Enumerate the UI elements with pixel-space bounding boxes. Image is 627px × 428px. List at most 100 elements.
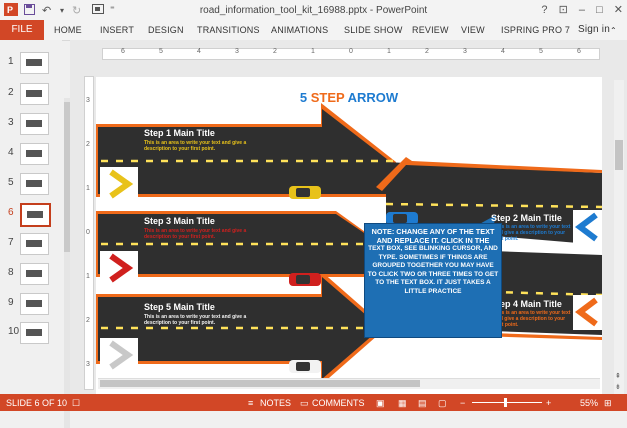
step-2-title[interactable]: Step 2 Main Title — [491, 213, 562, 223]
slide-sorter-icon[interactable]: ▦ — [398, 398, 407, 409]
step-1-title[interactable]: Step 1 Main Title — [144, 128, 215, 138]
car-red — [289, 273, 321, 286]
slide-thumbnail[interactable] — [20, 263, 49, 285]
prev-slide-icon[interactable]: ⇞ — [615, 372, 621, 380]
thumbnail-preview — [26, 120, 42, 127]
zoom-slider[interactable] — [472, 402, 542, 403]
minimize-icon[interactable]: – — [579, 4, 585, 16]
step-3-desc[interactable]: This is an area to write your text and g… — [144, 228, 254, 240]
scroll-thumb[interactable] — [615, 140, 623, 170]
slide-canvas[interactable]: 5 STEP ARROW Step 1 Main Title This is a… — [96, 77, 602, 401]
slide-title[interactable]: 5 STEP ARROW — [96, 90, 602, 105]
tab-animations[interactable]: ANIMATIONS — [271, 25, 328, 35]
slide-thumbnail-number: 6 — [8, 207, 14, 218]
ruler-label: 3 — [463, 48, 467, 55]
thumbnail-preview — [26, 300, 42, 307]
slide-thumbnail-number: 5 — [8, 177, 14, 188]
comments-icon[interactable]: ▭ — [300, 398, 309, 409]
ruler-label: 0 — [349, 48, 353, 55]
slide-thumbnail[interactable] — [20, 233, 49, 255]
ribbon-display-icon[interactable]: ⊡ — [559, 4, 568, 16]
thumbnail-preview — [26, 240, 42, 247]
step-1-desc[interactable]: This is an area to write your text and g… — [144, 140, 254, 152]
reading-view-icon[interactable]: ▤ — [418, 398, 427, 409]
next-slide-icon[interactable]: ⇟ — [615, 383, 621, 391]
title-step: STEP — [310, 90, 345, 105]
slide-thumbnail-number: 2 — [8, 87, 14, 98]
vertical-ruler[interactable]: 3 2 1 0 1 2 3 — [84, 76, 94, 390]
normal-view-icon[interactable]: ▣ — [376, 398, 385, 409]
tab-insert[interactable]: INSERT — [100, 25, 134, 35]
tab-home[interactable]: HOME — [54, 25, 82, 35]
slide-thumbnail[interactable] — [20, 83, 49, 105]
ruler-label: 6 — [577, 48, 581, 55]
title-bar: P ↶ ▾ ↻ ⁼ road_information_tool_kit_1698… — [0, 0, 627, 20]
step-5-desc[interactable]: This is an area to write your text and g… — [144, 314, 254, 326]
slide-thumbnail-number: 9 — [8, 297, 14, 308]
slide-thumbnail[interactable] — [20, 203, 51, 227]
tab-ispring-pro[interactable]: ISPRING PRO 7 — [501, 25, 570, 35]
ruler-label: 3 — [86, 361, 90, 368]
tab-file[interactable]: FILE — [0, 20, 44, 40]
thumbnail-preview — [26, 150, 42, 157]
slide-thumbnail[interactable] — [20, 293, 49, 315]
chevron-icon — [100, 251, 138, 286]
ruler-label: 1 — [86, 273, 90, 280]
ruler-label: 2 — [425, 48, 429, 55]
tab-transitions[interactable]: TRANSITIONS — [197, 25, 260, 35]
slide-thumbnail-number: 8 — [8, 267, 14, 278]
sign-in-link[interactable]: Sign in — [578, 24, 610, 35]
title-arrow: ARROW — [347, 90, 399, 105]
horizontal-scrollbar[interactable] — [98, 378, 600, 389]
step-3-title[interactable]: Step 3 Main Title — [144, 216, 215, 226]
car-yellow — [289, 186, 321, 199]
fit-to-window-icon[interactable]: ⊞ — [604, 398, 612, 409]
ruler-label: 4 — [197, 48, 201, 55]
ruler-label: 1 — [387, 48, 391, 55]
thumbnail-preview — [26, 329, 42, 336]
proofing-icon[interactable]: ☐ — [72, 398, 80, 409]
tab-slide-show[interactable]: SLIDE SHOW — [344, 25, 403, 35]
slide-count: SLIDE 6 OF 10 — [6, 398, 68, 408]
zoom-level[interactable]: 55% — [580, 398, 598, 408]
slide-thumbnail[interactable] — [20, 113, 49, 135]
close-icon[interactable]: ✕ — [614, 4, 623, 16]
tab-review[interactable]: REVIEW — [412, 25, 449, 35]
chevron-icon — [573, 295, 602, 330]
scroll-thumb[interactable] — [100, 380, 420, 387]
slide-thumbnail[interactable] — [20, 52, 49, 74]
horizontal-ruler[interactable]: 6 5 4 3 2 1 0 1 2 3 4 5 6 — [102, 48, 600, 60]
slide-thumbnails-panel: 1 2 3 4 5 6 7 8 9 10 — [0, 40, 70, 428]
maximize-icon[interactable]: □ — [596, 4, 603, 16]
ruler-label: 5 — [159, 48, 163, 55]
slideshow-icon[interactable]: ▢ — [438, 398, 447, 409]
ruler-label: 2 — [86, 317, 90, 324]
comments-button[interactable]: COMMENTS — [312, 398, 365, 408]
help-icon[interactable]: ? — [541, 4, 547, 16]
vertical-scrollbar[interactable]: ⇞ ⇟ — [614, 80, 624, 398]
collapse-ribbon-icon[interactable]: ⌃ — [610, 26, 617, 35]
thumbnail-preview — [26, 59, 42, 66]
note-body-text: TEXT BOX, SEE BLINKING CURSOR, AND TYPE.… — [367, 245, 499, 295]
step-2-desc[interactable]: This is an area to write your text and g… — [494, 224, 572, 242]
zoom-slider-handle[interactable] — [504, 398, 507, 407]
ruler-label: 0 — [86, 229, 90, 236]
tab-design[interactable]: DESIGN — [148, 25, 184, 35]
chevron-icon — [100, 167, 138, 202]
slide-thumbnail-number: 3 — [8, 117, 14, 128]
zoom-out-icon[interactable]: − — [460, 398, 465, 408]
car-white — [289, 360, 321, 373]
tab-view[interactable]: VIEW — [461, 25, 485, 35]
zoom-in-icon[interactable]: + — [546, 398, 551, 408]
step-4-desc[interactable]: This is an area to write your text and g… — [494, 310, 572, 328]
slide-thumbnail[interactable] — [20, 173, 49, 195]
notes-icon[interactable]: ≡ — [248, 398, 253, 408]
thumbnail-preview — [26, 270, 42, 277]
ruler-label: 2 — [273, 48, 277, 55]
note-callout[interactable]: NOTE: CHANGE ANY OF THE TEXT AND REPLACE… — [364, 223, 502, 338]
step-5-title[interactable]: Step 5 Main Title — [144, 302, 215, 312]
thumbnail-preview — [26, 90, 42, 97]
slide-thumbnail[interactable] — [20, 143, 49, 165]
notes-button[interactable]: NOTES — [260, 398, 291, 408]
slide-thumbnail[interactable] — [20, 322, 49, 344]
